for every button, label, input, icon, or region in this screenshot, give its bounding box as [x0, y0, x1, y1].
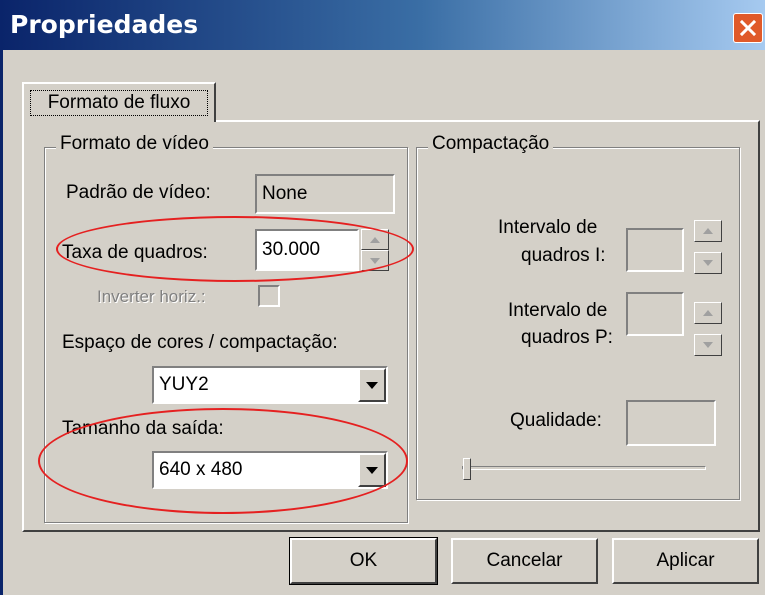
spin-down-arrow-icon [703, 260, 713, 266]
spin-up-arrow-icon [370, 236, 380, 243]
spin-down-arrow-icon [370, 257, 380, 264]
video-format-legend: Formato de vídeo [56, 133, 213, 155]
ok-button-label: OK [349, 550, 378, 571]
frame-rate-value: 30.000 [262, 239, 321, 260]
pframe-spin-down [694, 334, 722, 356]
iframe-interval-label-line2: quadros I: [521, 245, 606, 266]
output-size-select[interactable]: 640 x 480 [152, 451, 388, 489]
frame-rate-label: Taxa de quadros: [62, 242, 208, 263]
iframe-interval-label-line1: Intervalo de [498, 217, 598, 238]
iframe-spin-up [694, 220, 722, 242]
iframe-interval-field [626, 228, 684, 272]
cancel-button-label: Cancelar [486, 550, 563, 571]
flip-horizontal-checkbox[interactable] [258, 285, 280, 307]
output-size-value: 640 x 480 [159, 459, 243, 480]
dropdown-arrow-icon [366, 381, 378, 389]
pframe-interval-label-line1: Intervalo de [508, 300, 608, 321]
pframe-interval-field [626, 292, 684, 336]
title-bar[interactable]: Propriedades [0, 0, 765, 50]
quality-slider-thumb[interactable] [463, 458, 471, 480]
pframe-spin-up [694, 302, 722, 324]
ok-button[interactable]: OK [289, 537, 438, 585]
compression-group [416, 147, 740, 500]
window-title: Propriedades [10, 10, 199, 39]
cancel-button[interactable]: Cancelar [451, 538, 598, 584]
pframe-interval-label-line2: quadros P: [521, 327, 613, 348]
output-size-label: Tamanho da saída: [62, 418, 224, 439]
color-space-dropdown-button[interactable] [358, 368, 386, 402]
close-button[interactable] [733, 13, 763, 43]
iframe-spin-down [694, 252, 722, 274]
color-space-select[interactable]: YUY2 [152, 366, 388, 404]
quality-slider-track [462, 466, 706, 470]
spin-down-arrow-icon [703, 342, 713, 348]
close-icon [739, 19, 757, 37]
video-standard-value: None [262, 183, 308, 204]
color-space-value: YUY2 [159, 374, 209, 395]
quality-field [626, 400, 716, 446]
output-size-dropdown-button[interactable] [358, 453, 386, 487]
frame-rate-spin-up[interactable] [361, 229, 389, 250]
spin-up-arrow-icon [703, 228, 713, 234]
video-standard-field: None [255, 174, 395, 214]
color-space-label: Espaço de cores / compactação: [62, 332, 338, 353]
apply-button[interactable]: Aplicar [612, 538, 759, 584]
tab-label: Formato de fluxo [47, 92, 191, 113]
video-standard-label: Padrão de vídeo: [66, 182, 211, 203]
window-left-edge [0, 0, 3, 595]
compression-legend: Compactação [428, 133, 554, 155]
tab-stream-format[interactable]: Formato de fluxo [22, 82, 216, 122]
dropdown-arrow-icon [366, 466, 378, 474]
flip-horizontal-label: Inverter horiz.: [97, 287, 206, 306]
frame-rate-spin-down[interactable] [361, 250, 389, 271]
spin-up-arrow-icon [703, 310, 713, 316]
apply-button-label: Aplicar [656, 550, 715, 571]
quality-label: Qualidade: [510, 410, 602, 431]
frame-rate-input[interactable]: 30.000 [255, 229, 359, 271]
